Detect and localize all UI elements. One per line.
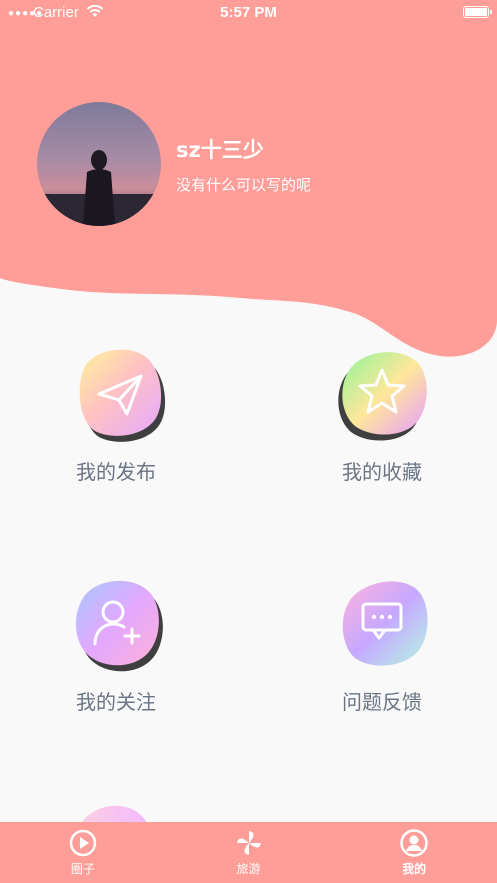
- tab-circle-label: 圈子: [70, 862, 95, 876]
- tab-travel[interactable]: 旅游: [166, 822, 332, 883]
- tab-bar: 圈子 旅游 我的: [0, 822, 497, 883]
- play-circle-icon: [69, 829, 97, 857]
- tab-mine-label: 我的: [402, 862, 427, 876]
- pinwheel-icon: [236, 831, 261, 855]
- avatar[interactable]: [37, 102, 161, 226]
- user-bio: 没有什么可以写的呢: [176, 176, 312, 194]
- status-bar: ●●●●● Carrier 5:57 PM: [0, 0, 497, 26]
- menu-label-favorites: 我的收藏: [342, 460, 422, 484]
- menu-item-following[interactable]: 我的关注: [46, 574, 186, 715]
- tab-mine[interactable]: 我的: [331, 822, 497, 883]
- paper-plane-icon: [79, 349, 166, 442]
- tab-travel-label: 旅游: [236, 862, 261, 876]
- avatar-photo: [37, 102, 161, 226]
- chat-bubble-icon: [342, 581, 428, 666]
- add-user-icon: [75, 580, 163, 672]
- menu-item-publish[interactable]: 我的发布: [46, 344, 186, 485]
- menu-label-feedback: 问题反馈: [342, 690, 422, 714]
- username: sz十三少: [176, 138, 264, 162]
- tab-circle[interactable]: 圈子: [0, 822, 166, 883]
- star-icon: [338, 352, 427, 441]
- user-circle-icon: [400, 829, 428, 857]
- menu-item-favorites[interactable]: 我的收藏: [312, 344, 452, 485]
- battery-icon: [463, 6, 492, 18]
- menu-label-publish: 我的发布: [76, 460, 156, 484]
- menu-item-feedback[interactable]: 问题反馈: [312, 574, 452, 715]
- clock: 5:57 PM: [220, 4, 277, 21]
- menu-label-following: 我的关注: [76, 690, 156, 714]
